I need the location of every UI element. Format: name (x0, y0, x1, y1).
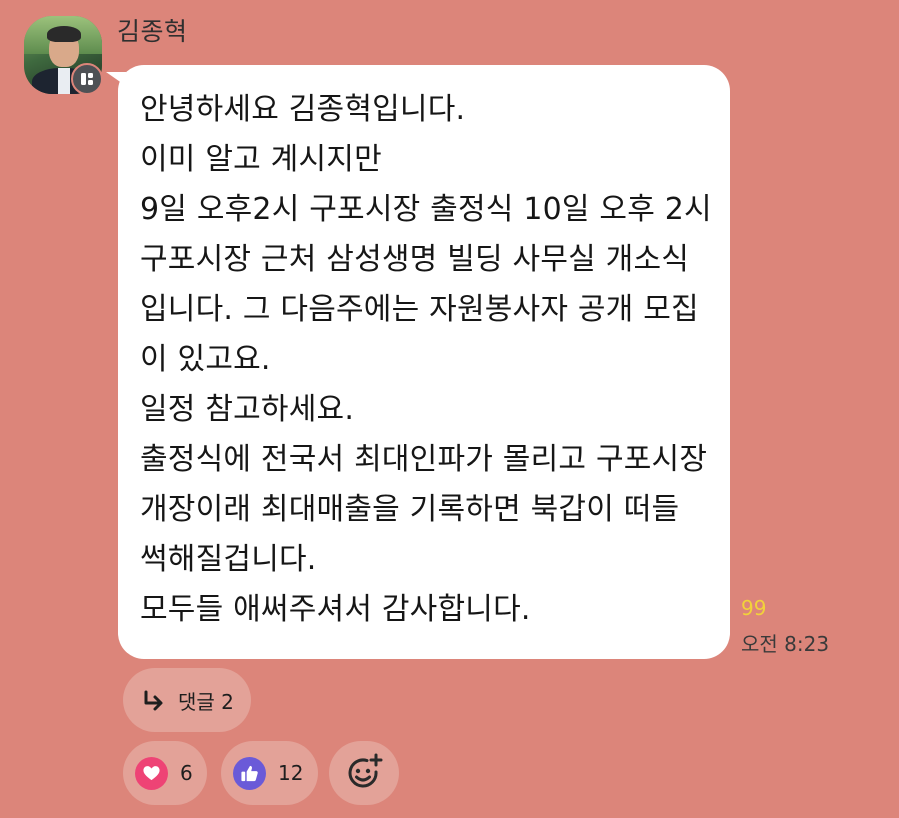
message-line: 일정 참고하세요. (140, 392, 355, 427)
message-line: 모두들 애써주셔서 감사합니다. (140, 592, 531, 627)
add-reaction-button[interactable] (329, 741, 399, 805)
reply-arrow-icon (144, 690, 163, 711)
heart-reaction-button[interactable]: 6 (123, 741, 207, 805)
open-profile-badge-icon (71, 63, 103, 95)
message-line: 안녕하세요 김종혁입니다. (140, 92, 466, 127)
message-line: 개장이래 최대매출을 기록하면 북갑이 떠들 (140, 492, 680, 527)
message-line: 입니다. 그 다음주에는 자원봉사자 공개 모집 (140, 292, 699, 327)
like-reaction-button[interactable]: 12 (221, 741, 318, 805)
message-line: 썩해질겁니다. (140, 542, 317, 577)
avatar-shirt (58, 68, 70, 94)
message-line: 이 있고요. (140, 342, 271, 377)
message-bubble[interactable]: 안녕하세요 김종혁입니다. 이미 알고 계시지만 9일 오후2시 구포시장 출정… (118, 65, 730, 659)
message-line: 출정식에 전국서 최대인파가 몰리고 구포시장 (140, 442, 708, 477)
heart-count: 6 (180, 761, 193, 785)
message-time: 오전 8:23 (741, 632, 830, 656)
avatar-hair (47, 26, 81, 42)
add-emoji-icon (348, 753, 383, 788)
thumbs-up-icon (233, 757, 266, 790)
unread-count: 99 (741, 596, 767, 620)
reply-button[interactable]: 댓글 2 (123, 668, 251, 732)
message-line: 구포시장 근처 삼성생명 빌딩 사무실 개소식 (140, 242, 690, 277)
reply-label: 댓글 2 (178, 690, 234, 714)
message-line: 이미 알고 계시지만 (140, 142, 382, 177)
sender-name[interactable]: 김종혁 (117, 12, 188, 48)
like-count: 12 (278, 761, 304, 785)
heart-icon (135, 757, 168, 790)
message-line: 9일 오후2시 구포시장 출정식 10일 오후 2시 (140, 192, 712, 227)
message-text: 안녕하세요 김종혁입니다. 이미 알고 계시지만 9일 오후2시 구포시장 출정… (140, 85, 712, 635)
